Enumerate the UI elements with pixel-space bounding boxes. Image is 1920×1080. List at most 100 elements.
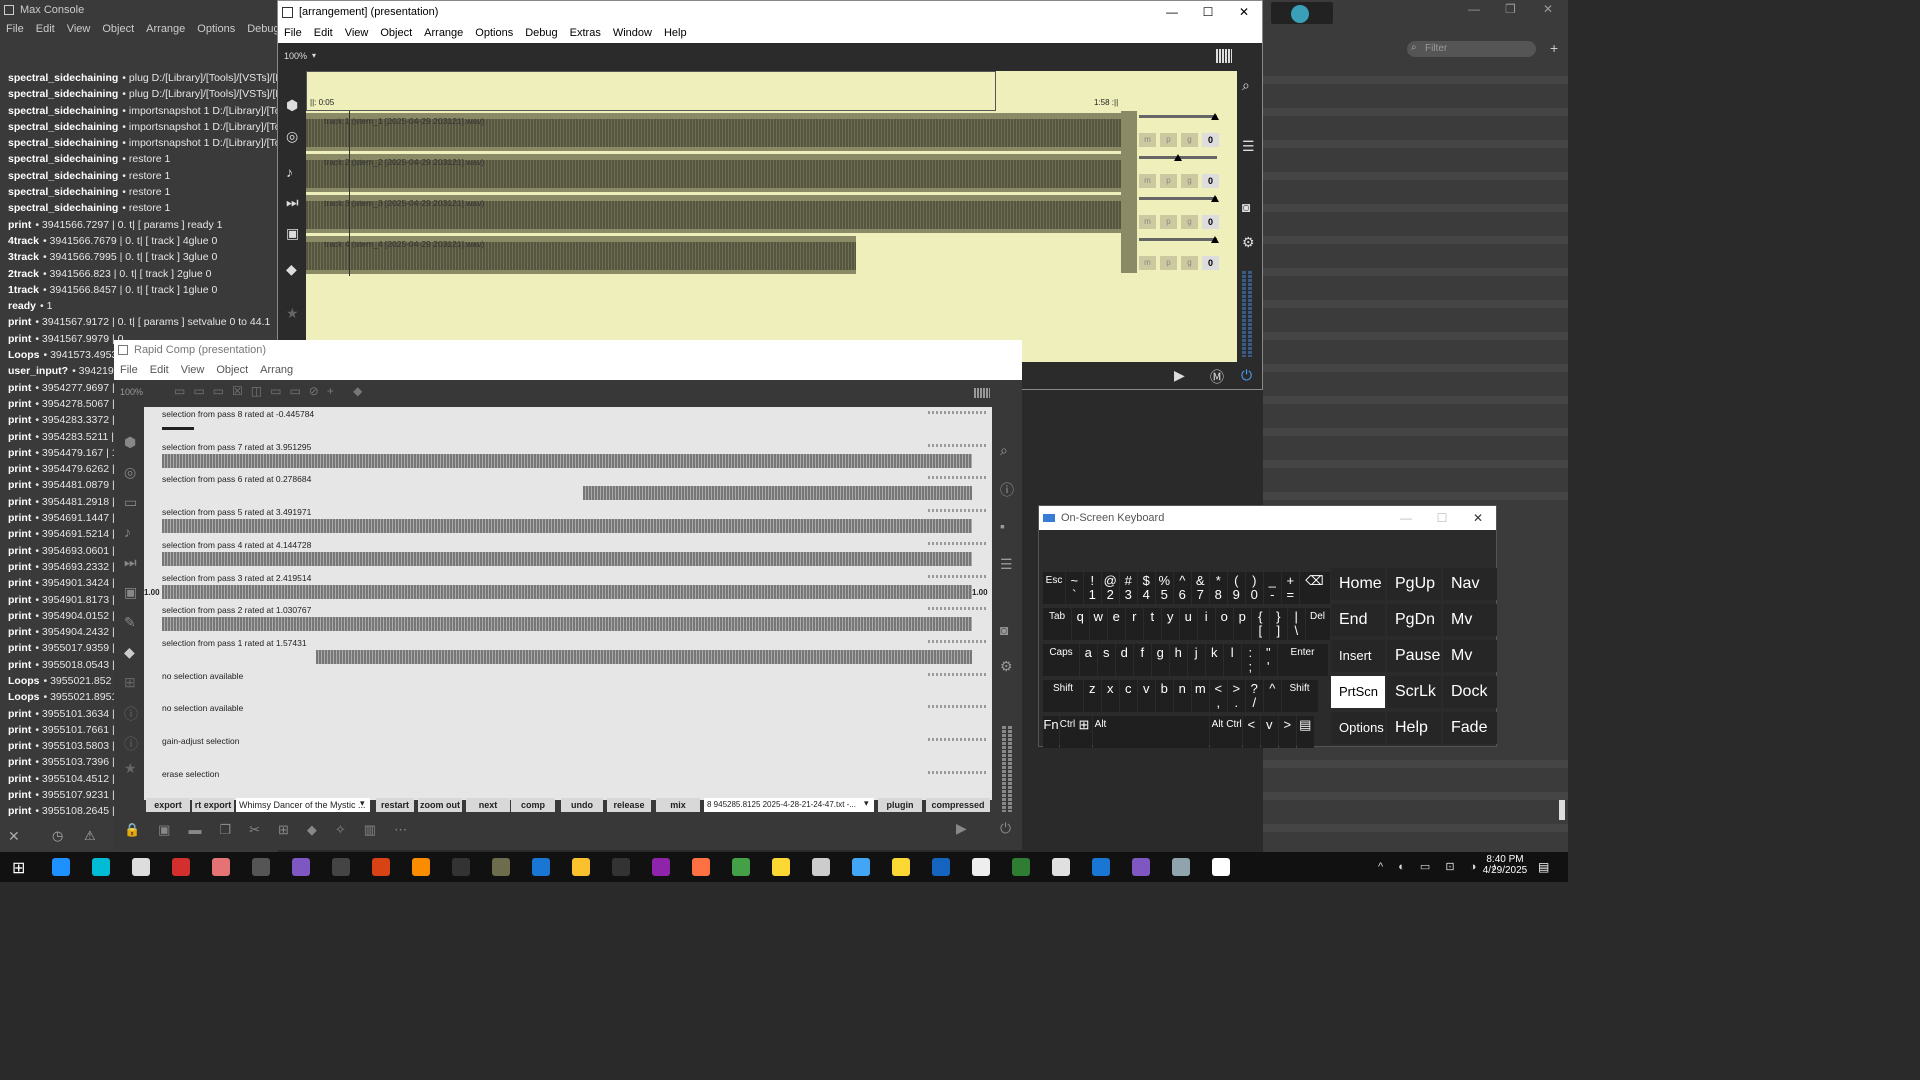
- key-p[interactable]: p: [1233, 608, 1251, 640]
- key-fade[interactable]: Fade: [1443, 712, 1497, 744]
- key-e[interactable]: e: [1107, 608, 1125, 640]
- menu-item-arrang[interactable]: Arrang: [260, 364, 293, 376]
- key-o[interactable]: o: [1215, 608, 1233, 640]
- menu-item-view[interactable]: View: [345, 27, 369, 39]
- menu-item-debug[interactable]: Debug: [247, 23, 279, 35]
- voicemeeter-icon[interactable]: [372, 858, 390, 876]
- key-(9[interactable]: ( 9: [1227, 572, 1245, 604]
- rt-export-button[interactable]: rt export: [192, 798, 234, 812]
- key-q[interactable]: q: [1071, 608, 1089, 640]
- app-icon[interactable]: [972, 858, 990, 876]
- menu-item-edit[interactable]: Edit: [150, 364, 169, 376]
- pass-row[interactable]: selection from pass 8 rated at -0.445784: [148, 407, 992, 439]
- app-icon[interactable]: [1132, 858, 1150, 876]
- menu-item-arrange[interactable]: Arrange: [424, 27, 463, 39]
- pass-row[interactable]: selection from pass 5 rated at 3.491971: [148, 505, 992, 537]
- pass-waveform[interactable]: [162, 427, 195, 430]
- app-icon[interactable]: [1052, 858, 1070, 876]
- key-:;[interactable]: : ;: [1241, 644, 1259, 676]
- key-Alt[interactable]: Alt: [1209, 716, 1226, 748]
- key-%5[interactable]: % 5: [1155, 572, 1173, 604]
- app-icon[interactable]: [852, 858, 870, 876]
- slider-thumb[interactable]: [1211, 236, 1220, 243]
- key-i[interactable]: i: [1197, 608, 1215, 640]
- plugin-icon[interactable]: ◆: [124, 644, 135, 661]
- menu-item-help[interactable]: Help: [664, 27, 687, 39]
- scrollbar-thumb[interactable]: [1559, 800, 1565, 820]
- key-^6[interactable]: ^ 6: [1173, 572, 1191, 604]
- key-Shift[interactable]: Shift: [1043, 680, 1083, 712]
- track-g-button[interactable]: g: [1181, 215, 1198, 229]
- app-icon[interactable]: [652, 858, 670, 876]
- track-p-button[interactable]: p: [1160, 215, 1177, 229]
- flame-icon[interactable]: [612, 858, 630, 876]
- timeline-region[interactable]: [306, 71, 996, 111]
- app-icon[interactable]: [772, 858, 790, 876]
- key-pgup[interactable]: PgUp: [1387, 568, 1441, 600]
- chrome-icon[interactable]: [732, 858, 750, 876]
- search-icon[interactable]: ⌕: [1000, 442, 1008, 459]
- pass-waveform[interactable]: [162, 617, 972, 632]
- toolbar-icons[interactable]: ▭▭▭☒◫▭▭⊘+ ◆: [174, 384, 370, 398]
- menu-item-object[interactable]: Object: [216, 364, 248, 376]
- key-options[interactable]: Options: [1331, 712, 1385, 744]
- track-lane[interactable]: track 1 (stem_1 [2025-04-29 203121].wav): [306, 113, 1121, 151]
- vscode-icon[interactable]: [892, 858, 910, 876]
- menu-item-options[interactable]: Options: [197, 23, 235, 35]
- release-button[interactable]: release: [607, 798, 651, 812]
- key-dock[interactable]: Dock: [1443, 676, 1497, 708]
- key-w[interactable]: w: [1089, 608, 1107, 640]
- terminal-icon[interactable]: [1212, 858, 1230, 876]
- key-Esc[interactable]: Esc: [1043, 572, 1065, 604]
- key->[interactable]: >: [1278, 716, 1296, 748]
- clock[interactable]: 8:40 PM 4/29/2025: [1480, 854, 1530, 876]
- menu-item-file[interactable]: File: [284, 27, 302, 39]
- list-icon[interactable]: ☰: [1000, 556, 1013, 573]
- key-n[interactable]: n: [1173, 680, 1191, 712]
- key-@2[interactable]: @ 2: [1101, 572, 1119, 604]
- compressed-button[interactable]: compressed: [926, 798, 990, 812]
- camera-icon[interactable]: ◙: [1242, 199, 1250, 215]
- target-icon[interactable]: ◎: [286, 128, 298, 145]
- key-Ctrl[interactable]: Ctrl: [1059, 716, 1076, 748]
- key-⊞[interactable]: ⊞: [1076, 716, 1092, 748]
- chevron-down-icon[interactable]: ▾: [360, 798, 365, 809]
- clip-icon[interactable]: ✎: [124, 614, 136, 631]
- key-!1[interactable]: ! 1: [1083, 572, 1101, 604]
- menu-item-file[interactable]: File: [6, 23, 24, 35]
- app-icon[interactable]: [1012, 858, 1030, 876]
- menu-item-file[interactable]: File: [120, 364, 138, 376]
- panel-icon[interactable]: ▭: [124, 494, 137, 511]
- app-icon[interactable]: [1092, 858, 1110, 876]
- power-icon[interactable]: ⏻: [1000, 820, 1011, 837]
- key-▤[interactable]: ▤: [1296, 716, 1314, 748]
- key-mv-dn[interactable]: Mv Dn: [1443, 640, 1497, 696]
- menu-item-arrange[interactable]: Arrange: [146, 23, 185, 35]
- pass-row[interactable]: selection from pass 2 rated at 1.030767: [148, 603, 992, 635]
- folder-icon[interactable]: [572, 858, 590, 876]
- app-icon[interactable]: [332, 858, 350, 876]
- maximize-icon[interactable]: ☐: [1424, 511, 1460, 525]
- star-icon[interactable]: ★: [124, 760, 137, 777]
- pass-row[interactable]: selection from pass 3 rated at 2.419514: [148, 571, 992, 603]
- key-"'[interactable]: " ': [1259, 644, 1277, 676]
- pass-row[interactable]: no selection available: [148, 701, 992, 733]
- track-m-button[interactable]: m: [1139, 256, 1156, 270]
- key-Alt[interactable]: Alt: [1092, 716, 1109, 748]
- key-h[interactable]: h: [1169, 644, 1187, 676]
- menu-item-extras[interactable]: Extras: [570, 27, 601, 39]
- key-Caps[interactable]: Caps: [1043, 644, 1079, 676]
- restore-icon[interactable]: ❐: [1505, 2, 1516, 16]
- pass-rating-dots[interactable]: [928, 705, 988, 709]
- zoom-select[interactable]: 100%: [120, 387, 143, 397]
- close-icon[interactable]: ✕: [1460, 511, 1496, 525]
- track-gain-value[interactable]: 0: [1202, 174, 1219, 188]
- note-icon[interactable]: ♪: [124, 524, 131, 540]
- key-~`[interactable]: ~ `: [1065, 572, 1083, 604]
- key-#3[interactable]: # 3: [1119, 572, 1137, 604]
- target-icon[interactable]: ◎: [124, 464, 136, 481]
- info-icon[interactable]: ⓘ: [1000, 480, 1014, 500]
- pass-waveform[interactable]: [162, 551, 972, 566]
- close-icon[interactable]: ✕: [8, 828, 20, 845]
- slider-thumb[interactable]: [1211, 195, 1220, 202]
